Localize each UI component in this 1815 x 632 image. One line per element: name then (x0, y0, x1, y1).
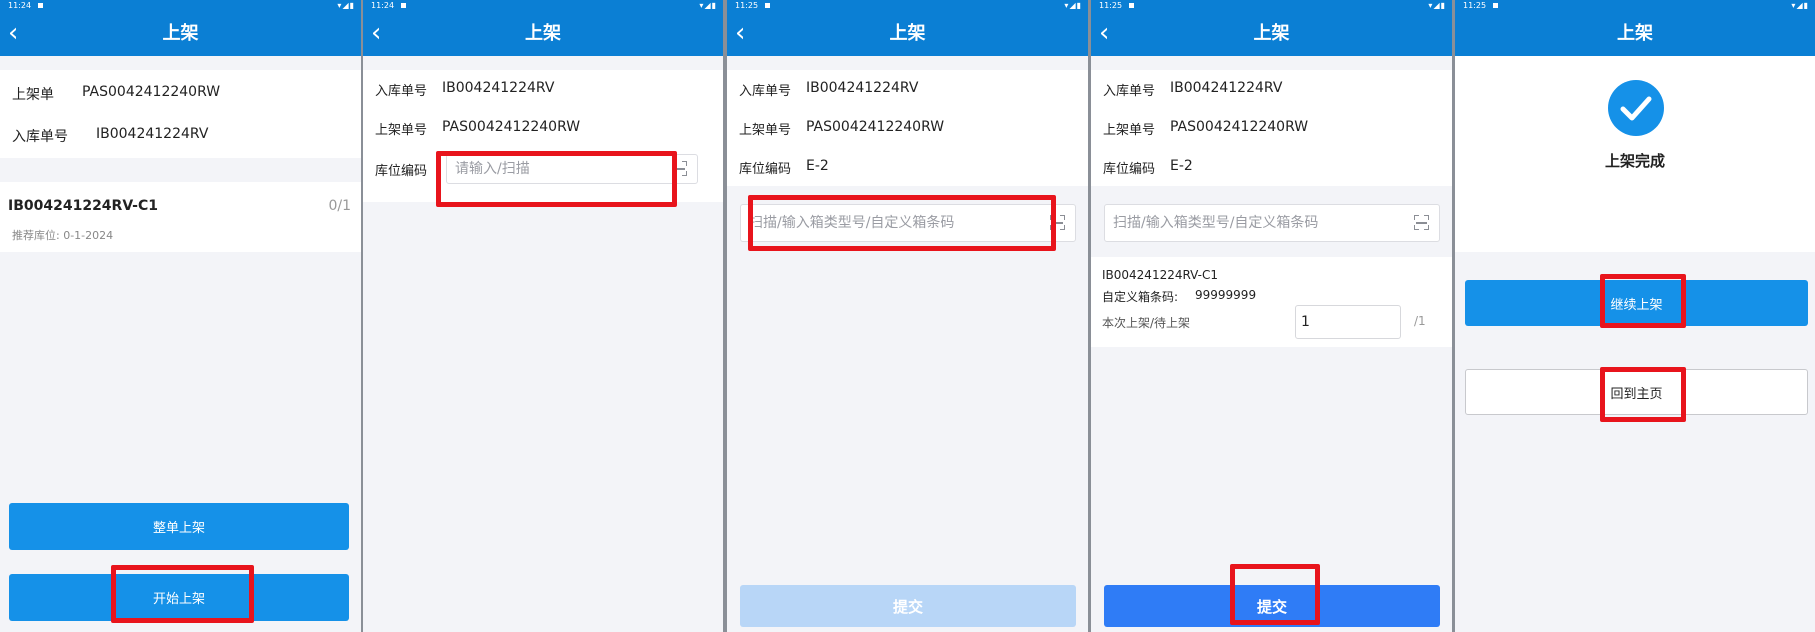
location-input-box[interactable] (446, 154, 698, 184)
check-circle-icon (1608, 80, 1664, 136)
status-bar: 11:24 ▾◢▮ (0, 0, 361, 12)
inbound-value: IB004241224RV (442, 80, 555, 96)
notification-icon (1493, 3, 1499, 8)
signal-battery-icon: ▾◢▮ (337, 1, 355, 10)
scan-icon[interactable] (672, 161, 687, 176)
page-title: 上架 (162, 23, 199, 44)
notification-icon (401, 3, 407, 8)
order-info-card: 入库单号 IB004241224RV 上架单号 PAS0042412240RW … (363, 70, 723, 202)
panel-box-scan: 11:25 ▾◢▮ ‹ 上架 入库单号 IB004241224RV 上架单号 PA… (727, 0, 1088, 632)
notification-icon (1129, 3, 1135, 8)
status-bar: 11:25 ▾◢▮ (1455, 0, 1815, 12)
status-bar: 11:25 ▾◢▮ (727, 0, 1088, 12)
putaway-label: 上架单号 (739, 123, 792, 138)
inbound-label: 入库单号 (739, 84, 792, 99)
continue-putaway-button[interactable]: 继续上架 (1465, 280, 1808, 326)
inbound-label: 入库单号 (375, 84, 428, 99)
putaway-label: 上架单号 (375, 123, 428, 138)
putaway-value: PAS0042412240RW (442, 119, 581, 135)
scan-icon[interactable] (1050, 215, 1065, 230)
inbound-value: IB004241224RV (96, 126, 209, 142)
box-scan-input[interactable] (1113, 205, 1387, 241)
panel-location-entry: 11:24 ▾◢▮ ‹ 上架 入库单号 IB004241224RV 上架单号 PA… (363, 0, 723, 632)
location-value: E-2 (806, 158, 829, 174)
start-putaway-button[interactable]: 开始上架 (9, 574, 349, 621)
box-item-code: IB004241224RV-C1 (1102, 268, 1219, 282)
panel-quantity-confirm: 11:25 ▾◢▮ ‹ 上架 入库单号 IB004241224RV 上架单号 PA… (1091, 0, 1452, 632)
signal-battery-icon: ▾◢▮ (1791, 1, 1809, 10)
panel-putaway-order: 11:24 ▾◢▮ ‹ 上架 上架单 PAS0042412240RW 入库单号 I… (0, 0, 361, 632)
location-label: 库位编码 (375, 164, 428, 179)
page-title: 上架 (525, 23, 561, 44)
item-code: IB004241224RV-C1 (8, 198, 158, 214)
recommended-location: 推荐库位: 0-1-2024 (12, 229, 114, 242)
qty-label: 本次上架/待上架 (1102, 316, 1191, 330)
inbound-label: 入库单号 (12, 129, 68, 145)
qty-total: /1 (1414, 314, 1426, 328)
box-item-card: IB004241224RV-C1 自定义箱条码: 99999999 本次上架/待… (1091, 257, 1452, 347)
putaway-label: 上架单号 (1103, 123, 1156, 138)
screenshot-strip: 11:24 ▾◢▮ ‹ 上架 上架单 PAS0042412240RW 入库单号 I… (0, 0, 1815, 632)
nav-bar: ‹ 上架 (727, 12, 1088, 56)
box-scan-input[interactable] (749, 205, 1023, 241)
submit-button-disabled[interactable]: 提交 (740, 585, 1076, 627)
nav-bar: ‹ 上架 (363, 12, 723, 56)
panel-putaway-complete: 11:25 ▾◢▮ 上架 上架完成 继续上架 回到主页 (1455, 0, 1815, 632)
nav-bar: 上架 (1455, 12, 1815, 56)
qty-input-box[interactable] (1295, 305, 1401, 339)
nav-bar: ‹ 上架 (0, 12, 361, 56)
signal-battery-icon: ▾◢▮ (1428, 1, 1446, 10)
status-time: 11:24 (371, 1, 395, 10)
location-value: E-2 (1170, 158, 1193, 174)
status-bar: 11:25 ▾◢▮ (1091, 0, 1452, 12)
order-info-card: 上架单 PAS0042412240RW 入库单号 IB004241224RV (0, 70, 361, 158)
putaway-label: 上架单 (12, 87, 54, 103)
notification-icon (38, 3, 44, 8)
location-label: 库位编码 (1103, 162, 1156, 177)
putaway-value: PAS0042412240RW (82, 84, 221, 100)
status-bar: 11:24 ▾◢▮ (363, 0, 723, 12)
notification-icon (765, 3, 771, 8)
order-info-card: 入库单号 IB004241224RV 上架单号 PAS0042412240RW … (1091, 70, 1452, 186)
inbound-value: IB004241224RV (806, 80, 919, 96)
whole-putaway-button[interactable]: 整单上架 (9, 503, 349, 550)
done-text: 上架完成 (1604, 152, 1665, 170)
scan-icon[interactable] (1414, 215, 1429, 230)
barcode-value: 99999999 (1195, 288, 1257, 302)
list-item[interactable]: IB004241224RV-C1 0/1 推荐库位: 0-1-2024 (0, 182, 361, 252)
order-info-card: 入库单号 IB004241224RV 上架单号 PAS0042412240RW … (727, 70, 1088, 186)
location-label: 库位编码 (739, 162, 792, 177)
signal-battery-icon: ▾◢▮ (699, 1, 717, 10)
page-title: 上架 (889, 23, 926, 44)
putaway-value: PAS0042412240RW (806, 119, 945, 135)
status-time: 11:25 (1463, 1, 1487, 10)
putaway-value: PAS0042412240RW (1170, 119, 1309, 135)
nav-bar: ‹ 上架 (1091, 12, 1452, 56)
status-time: 11:25 (1099, 1, 1123, 10)
box-scan-input-box[interactable] (1104, 204, 1440, 242)
signal-battery-icon: ▾◢▮ (1064, 1, 1082, 10)
location-input[interactable] (455, 155, 660, 183)
status-time: 11:24 (8, 1, 32, 10)
page-title: 上架 (1253, 23, 1290, 44)
back-home-button[interactable]: 回到主页 (1465, 369, 1808, 415)
inbound-label: 入库单号 (1103, 84, 1156, 99)
barcode-label: 自定义箱条码: (1102, 290, 1179, 304)
box-scan-input-box[interactable] (740, 204, 1076, 242)
inbound-value: IB004241224RV (1170, 80, 1283, 96)
qty-input[interactable] (1296, 306, 1400, 338)
page-title: 上架 (1617, 23, 1653, 44)
status-time: 11:25 (735, 1, 759, 10)
item-progress: 0/1 (328, 198, 351, 214)
submit-button[interactable]: 提交 (1104, 585, 1440, 627)
